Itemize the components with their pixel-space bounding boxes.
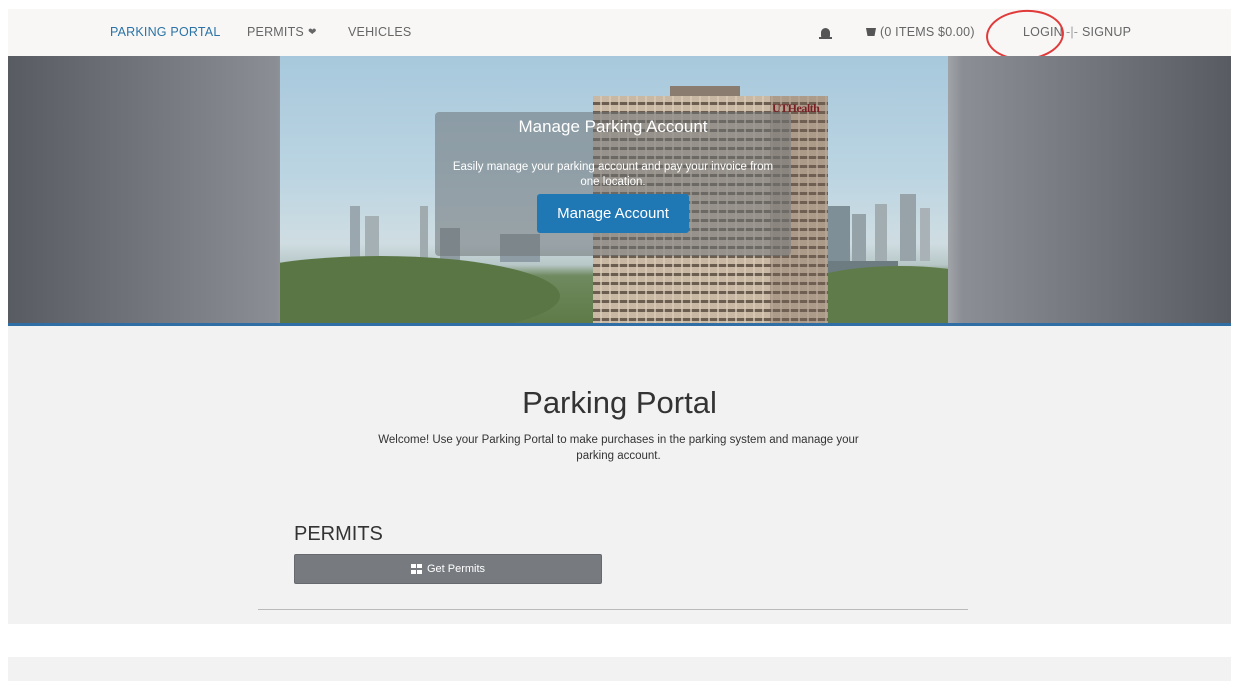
cart-link[interactable]: (0 ITEMS $0.00) [866,9,975,56]
manage-account-button[interactable]: Manage Account [537,194,689,233]
nav-vehicles-link[interactable]: VEHICLES [348,9,411,56]
nav-brand-link[interactable]: PARKING PORTAL [110,9,220,56]
chevron-down-icon: ❤ [307,27,317,38]
cart-icon [866,28,876,36]
main-content: Parking Portal Welcome! Use your Parking… [8,326,1231,624]
permits-section-heading: PERMITS [294,523,383,545]
section-divider [258,609,968,610]
hero-description: Easily manage your parking account and p… [452,161,774,188]
nav-permits-dropdown[interactable]: PERMITS ❤ [247,9,317,57]
grid-icon [410,564,422,574]
hero-title: Manage Parking Account [518,117,708,136]
notifications-button[interactable] [819,9,832,56]
hero-overlay-panel: Manage Parking Account Easily manage you… [435,112,791,256]
nav-separator: -|- [1066,25,1079,39]
get-permits-label: Get Permits [426,563,486,575]
get-permits-button[interactable]: Get Permits [294,554,602,584]
cart-summary: (0 ITEMS $0.00) [880,25,975,39]
page-title: Parking Portal [522,385,717,420]
bell-icon [819,28,832,39]
welcome-text: Welcome! Use your Parking Portal to make… [378,434,859,462]
footer-band [8,657,1231,681]
nav-permits-label: PERMITS [247,25,304,39]
top-navbar: PARKING PORTAL PERMITS ❤ VEHICLES (0 ITEM… [8,7,1231,63]
signup-link[interactable]: SIGNUP [1082,9,1131,56]
login-link[interactable]: LOGIN [1023,9,1063,56]
